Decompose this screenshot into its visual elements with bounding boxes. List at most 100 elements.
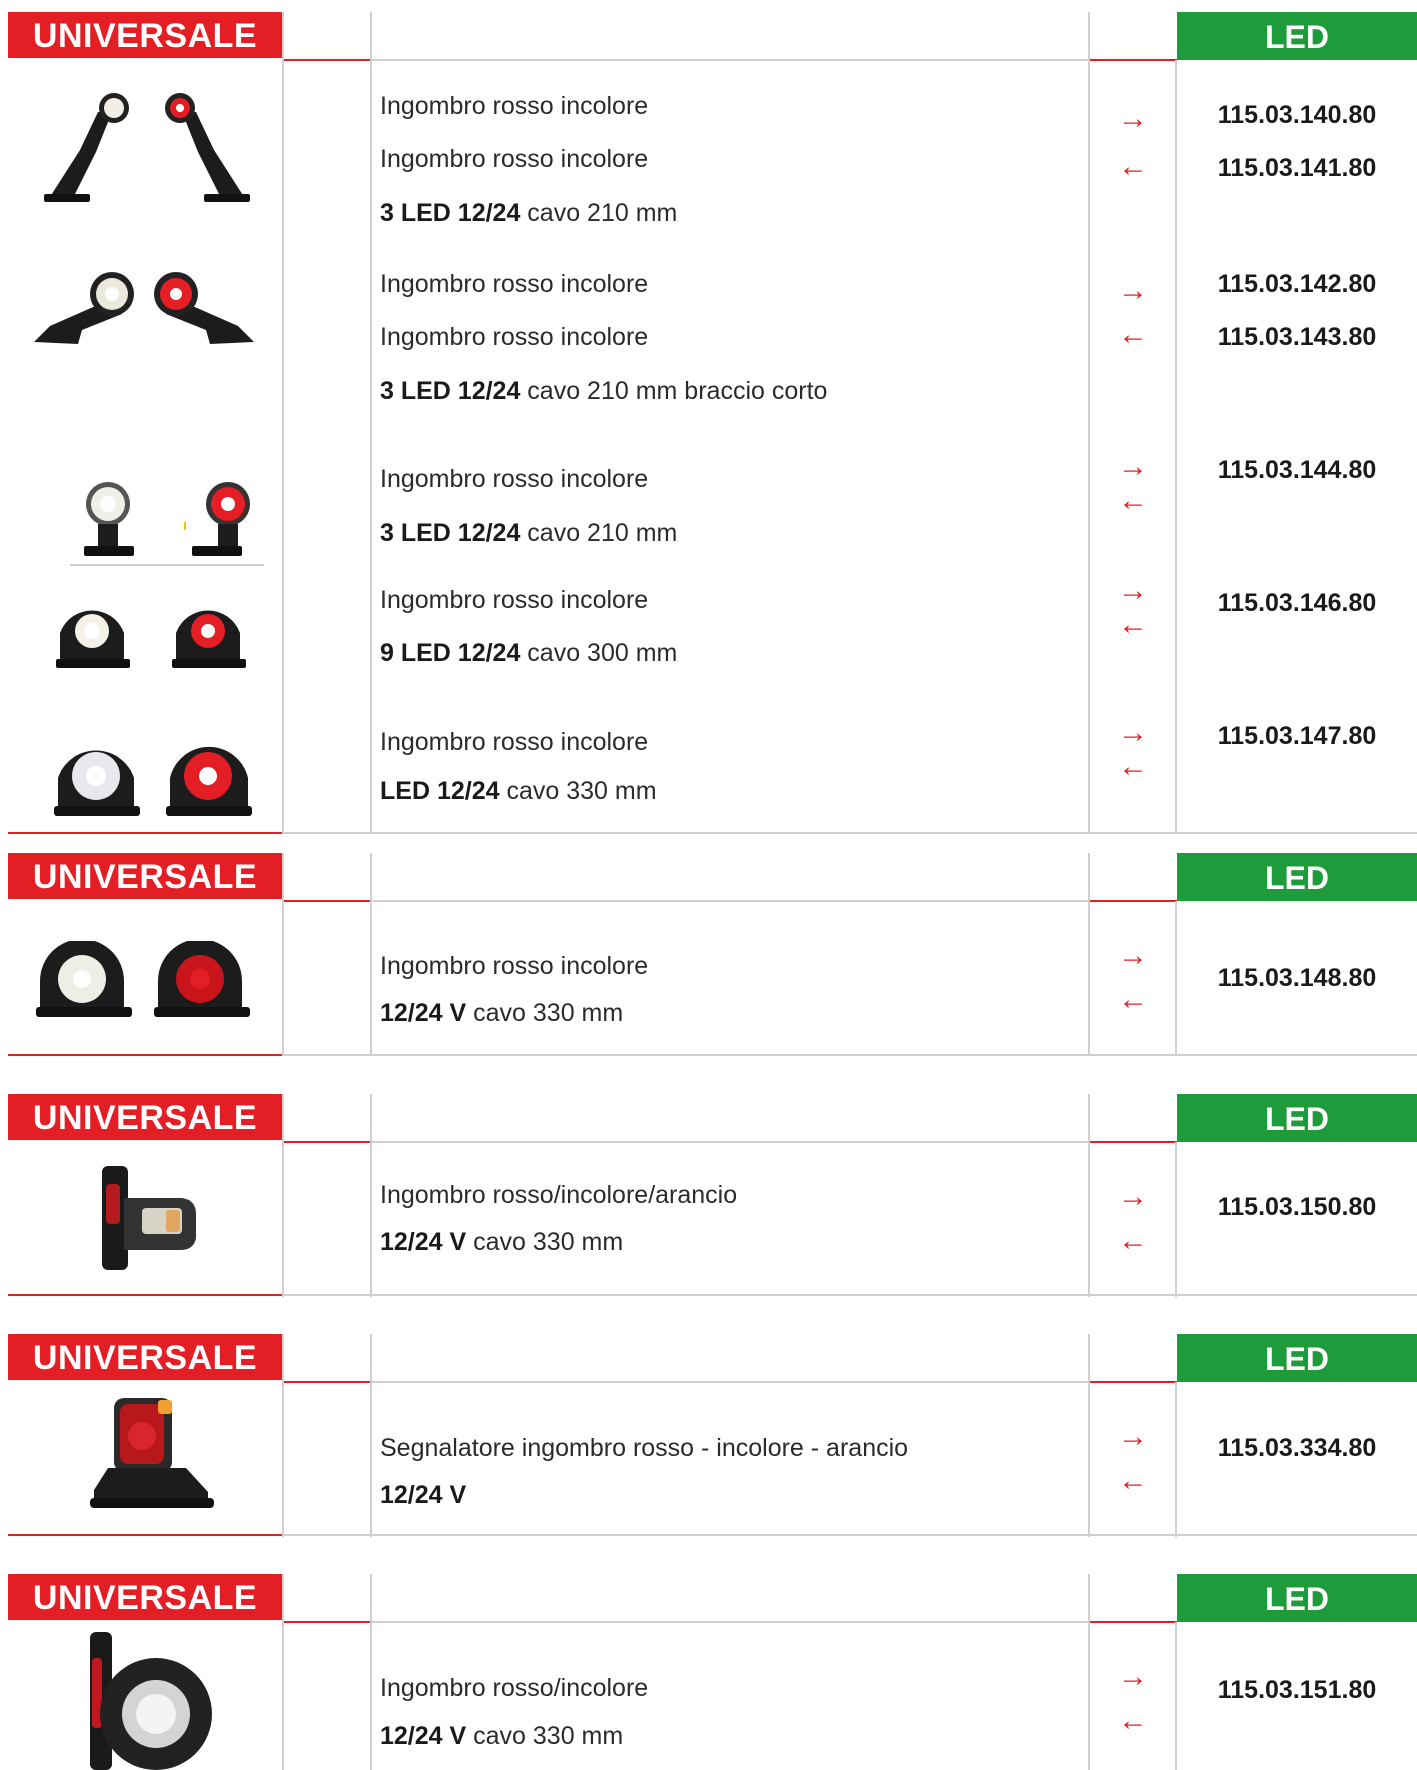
column-divider — [370, 1334, 372, 1537]
spec-detail: cavo 210 mm — [520, 199, 678, 227]
product-description: Ingombro rosso incolore — [380, 465, 649, 493]
product-description: Ingombro rosso/incolore — [380, 1674, 649, 1702]
header-underline — [282, 1381, 370, 1383]
product-description: Ingombro rosso incolore — [380, 145, 649, 173]
section-header: UNIVERSALE LED — [0, 12, 1417, 61]
right-arrow-icon: → — [1118, 574, 1148, 607]
product-spec: 3 LED 12/24 cavo 210 mm — [380, 199, 677, 228]
product-spec: 3 LED 12/24 cavo 210 mm — [380, 519, 677, 548]
product-image-side-marker — [102, 1166, 196, 1270]
category-label: UNIVERSALE — [8, 1094, 282, 1140]
section-header: UNIVERSALE LED — [0, 853, 1417, 902]
right-arrow-icon: → — [1118, 274, 1148, 307]
header-underline — [282, 1621, 370, 1623]
column-divider — [282, 1334, 284, 1537]
led-badge: LED — [1177, 853, 1417, 901]
product-code: 115.03.147.80 — [1217, 722, 1377, 750]
column-divider — [370, 1094, 372, 1297]
column-divider — [1088, 12, 1090, 834]
product-spec: LED 12/24 cavo 330 mm — [380, 777, 657, 806]
product-spec: 12/24 V cavo 330 mm — [380, 1228, 623, 1257]
column-divider — [282, 1094, 284, 1297]
right-arrow-icon: → — [1118, 102, 1148, 135]
header-underline — [1090, 59, 1177, 61]
left-arrow-icon: ← — [1118, 1464, 1148, 1497]
product-image-short-arm-pair — [34, 272, 254, 344]
product-section-3: UNIVERSALE LED Ingombro rosso/incolore/a… — [0, 1094, 1417, 1297]
spec-detail: cavo 300 mm — [520, 639, 678, 667]
led-badge: LED — [1177, 12, 1417, 60]
product-code: 115.03.143.80 — [1217, 323, 1377, 351]
left-arrow-icon: ← — [1118, 484, 1148, 517]
product-spec: 12/24 V cavo 330 mm — [380, 999, 623, 1028]
led-badge: LED — [1177, 1094, 1417, 1142]
right-arrow-icon: → — [1118, 1660, 1148, 1693]
right-arrow-icon: → — [1118, 1180, 1148, 1213]
product-description: Ingombro rosso incolore — [380, 323, 649, 351]
header-underline — [372, 59, 1088, 61]
header-underline — [372, 900, 1088, 902]
header-underline — [282, 1141, 370, 1143]
header-underline — [1090, 1381, 1177, 1383]
row-divider — [8, 1054, 282, 1056]
category-label: UNIVERSALE — [8, 12, 282, 58]
spec-bold: 12/24 V — [380, 1722, 467, 1750]
product-section-1: UNIVERSALE LED Ingombro rosso incolore →… — [0, 12, 1417, 834]
row-divider — [284, 1294, 1417, 1296]
product-image-dome-pair — [56, 610, 246, 668]
spec-bold: 12/24 V — [380, 999, 467, 1027]
led-badge: LED — [1177, 1334, 1417, 1382]
left-arrow-icon: ← — [1118, 1704, 1148, 1737]
product-spec: 12/24 V cavo 330 mm — [380, 1722, 623, 1751]
column-divider — [282, 853, 284, 1056]
row-divider — [284, 1054, 1417, 1056]
column-divider — [282, 12, 284, 834]
product-spec: 12/24 V — [380, 1481, 466, 1510]
product-spec: 9 LED 12/24 cavo 300 mm — [380, 639, 677, 668]
section-header: UNIVERSALE LED — [0, 1094, 1417, 1143]
category-label: UNIVERSALE — [8, 1574, 282, 1620]
product-section-4: UNIVERSALE LED Segnalatore ingombro ross… — [0, 1334, 1417, 1537]
spec-detail: cavo 210 mm — [520, 519, 678, 547]
header-underline — [372, 1141, 1088, 1143]
product-description: Segnalatore ingombro rosso - incolore - … — [380, 1434, 909, 1462]
spec-bold: 12/24 V — [380, 1228, 467, 1256]
product-spec: 3 LED 12/24 cavo 210 mm braccio corto — [380, 377, 827, 406]
product-description: Ingombro rosso incolore — [380, 92, 649, 120]
right-arrow-icon: → — [1118, 939, 1148, 972]
product-image-block-marker — [90, 1398, 214, 1508]
right-arrow-icon: → — [1118, 716, 1148, 749]
product-code: 115.03.148.80 — [1217, 964, 1377, 992]
header-underline — [372, 1381, 1088, 1383]
header-underline — [372, 1621, 1088, 1623]
spec-detail: cavo 210 mm braccio corto — [520, 377, 828, 405]
product-section-2: UNIVERSALE LED Ingombro rosso incolore 1… — [0, 853, 1417, 1056]
row-divider — [8, 832, 282, 834]
product-description: Ingombro rosso incolore — [380, 728, 649, 756]
product-code: 115.03.151.80 — [1217, 1676, 1377, 1704]
spec-detail: cavo 330 mm — [466, 999, 624, 1027]
spec-bold: 12/24 V — [380, 1481, 467, 1509]
column-divider — [1088, 1094, 1090, 1297]
left-arrow-icon: ← — [1118, 983, 1148, 1016]
spec-bold: 3 LED 12/24 — [380, 377, 521, 405]
header-underline — [282, 59, 370, 61]
product-description: Ingombro rosso incolore — [380, 270, 649, 298]
column-divider — [282, 1574, 284, 1770]
product-code: 115.03.140.80 — [1217, 101, 1377, 129]
left-arrow-icon: ← — [1118, 750, 1148, 783]
header-underline — [282, 900, 370, 902]
spec-detail: cavo 330 mm — [466, 1228, 624, 1256]
row-divider — [284, 1534, 1417, 1536]
led-badge: LED — [1177, 1574, 1417, 1622]
spec-bold: LED 12/24 — [380, 777, 500, 805]
left-arrow-icon: ← — [1118, 318, 1148, 351]
product-image-stalk-pair — [70, 482, 264, 566]
section-header: UNIVERSALE LED — [0, 1334, 1417, 1383]
column-divider — [370, 12, 372, 834]
section-header: UNIVERSALE LED — [0, 1574, 1417, 1623]
spec-detail: cavo 330 mm — [466, 1722, 624, 1750]
product-code: 115.03.142.80 — [1217, 270, 1377, 298]
product-image-round-dome-pair — [54, 746, 252, 816]
product-description: Ingombro rosso/incolore/arancio — [380, 1181, 738, 1209]
